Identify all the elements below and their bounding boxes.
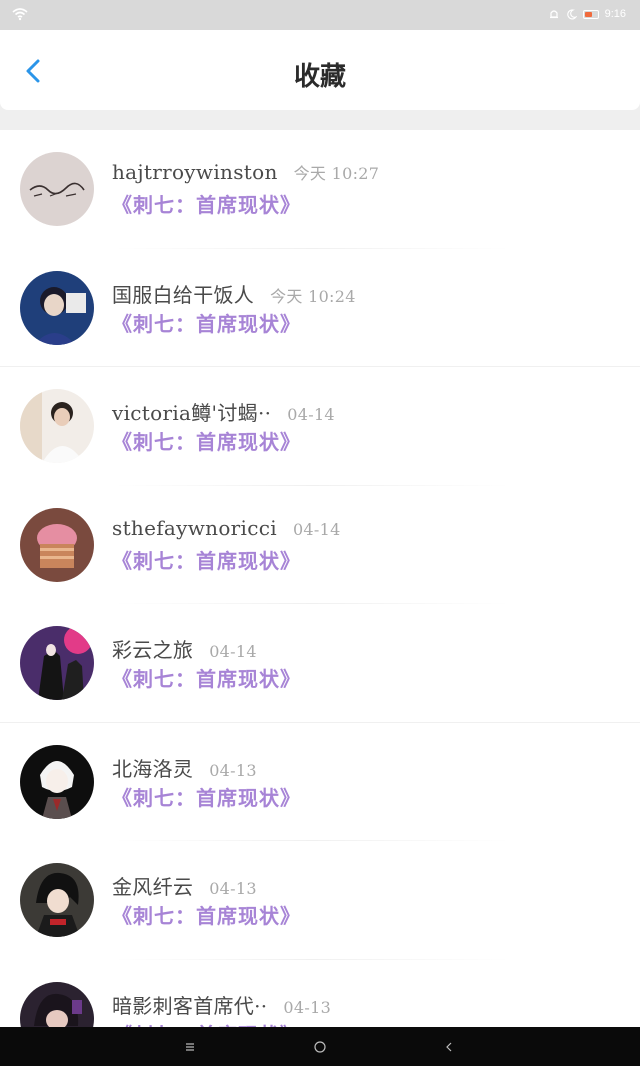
user-name-text: victoria鳟'讨蝎·· (112, 401, 272, 425)
favorites-list: hajtrroywinston 今天 10:27 《刺七：首席现状》 国服白给干饭… (0, 130, 640, 1027)
article-link[interactable]: 《刺七：首席现状》 (112, 1019, 301, 1028)
status-time: 9:16 (604, 8, 626, 20)
avatar[interactable] (20, 389, 94, 463)
user-name: 金风纤云 04-13 (112, 871, 257, 900)
user-name: 彩云之旅 04-14 (112, 634, 257, 663)
list-item[interactable]: 金风纤云 04-13 《刺七：首席现状》 (0, 841, 640, 960)
user-name-text: sthefaywnoricci (112, 515, 277, 540)
header-area: 收藏 (0, 30, 640, 130)
avatar[interactable] (20, 152, 94, 226)
article-link[interactable]: 《刺七：首席现状》 (112, 308, 301, 337)
timestamp: 今天 10:27 (293, 164, 380, 183)
list-item[interactable]: 彩云之旅 04-14 《刺七：首席现状》 (0, 604, 640, 723)
menu-icon (186, 1043, 194, 1051)
timestamp: 04-13 (283, 997, 332, 1017)
article-link[interactable]: 《刺七：首席现状》 (112, 426, 301, 455)
header: 收藏 (0, 30, 640, 110)
user-name: hajtrroywinston 今天 10:27 (112, 160, 379, 184)
article-link[interactable]: 《刺七：首席现状》 (112, 900, 301, 929)
timestamp: 04-13 (209, 760, 257, 780)
user-name: 国服白给干饭人 今天 10:24 (112, 279, 356, 308)
user-name: victoria鳟'讨蝎·· 04-14 (112, 397, 335, 426)
list-item[interactable]: hajtrroywinston 今天 10:27 《刺七：首席现状》 (0, 130, 640, 249)
home-button[interactable] (312, 1039, 328, 1055)
avatar[interactable] (20, 507, 94, 582)
avatar[interactable] (20, 626, 94, 700)
avatar[interactable] (20, 744, 94, 819)
avatar[interactable] (20, 981, 94, 1027)
status-icons: 9:16 (548, 8, 626, 20)
list-item[interactable]: victoria鳟'讨蝎·· 04-14 《刺七：首席现状》 (0, 367, 640, 486)
battery-level (584, 11, 592, 17)
user-name: 北海洛灵 04-13 (112, 753, 257, 782)
wifi-icon (12, 6, 28, 22)
home-circle-icon (314, 1041, 326, 1053)
timestamp: 04-14 (209, 642, 257, 661)
article-link[interactable]: 《刺七：首席现状》 (112, 663, 301, 692)
user-name-text: hajtrroywinston (112, 160, 278, 184)
timestamp: 04-13 (209, 879, 257, 898)
user-name: 暗影刺客首席代·· 04-13 (112, 990, 331, 1019)
battery-icon (582, 9, 599, 19)
article-link[interactable]: 《刺七：首席现状》 (112, 545, 301, 574)
moon-icon (566, 8, 577, 20)
user-name-text: 暗影刺客首席代·· (112, 993, 268, 1018)
article-link[interactable]: 《刺七：首席现状》 (112, 782, 301, 811)
list-item[interactable]: sthefaywnoricci 04-14 《刺七：首席现状》 (0, 486, 640, 604)
user-name-text: 彩云之旅 (112, 638, 194, 662)
navigation-bar (0, 1027, 640, 1066)
avatar[interactable] (20, 270, 94, 345)
user-name-text: 北海洛灵 (112, 756, 194, 781)
user-name-text: 国服白给干饭人 (112, 282, 255, 307)
status-bar: 9:16 (0, 0, 640, 30)
list-item[interactable]: 北海洛灵 04-13 《刺七：首席现状》 (0, 723, 640, 841)
timestamp: 04-14 (287, 405, 335, 424)
alarm-icon (548, 8, 560, 20)
back-nav-button[interactable] (441, 1039, 457, 1055)
list-item[interactable]: 国服白给干饭人 今天 10:24 《刺七：首席现状》 (0, 249, 640, 367)
menu-button[interactable] (182, 1039, 198, 1055)
user-name: sthefaywnoricci 04-14 (112, 516, 341, 540)
avatar[interactable] (20, 863, 94, 937)
back-triangle-icon (446, 1042, 452, 1052)
timestamp: 04-14 (292, 519, 341, 539)
article-link[interactable]: 《刺七：首席现状》 (112, 189, 301, 218)
page-title: 收藏 (293, 62, 346, 92)
list-item[interactable]: 暗影刺客首席代·· 04-13 《刺七：首席现状》 (0, 960, 640, 1028)
user-name-text: 金风纤云 (112, 875, 194, 899)
timestamp: 今天 10:24 (270, 286, 356, 306)
